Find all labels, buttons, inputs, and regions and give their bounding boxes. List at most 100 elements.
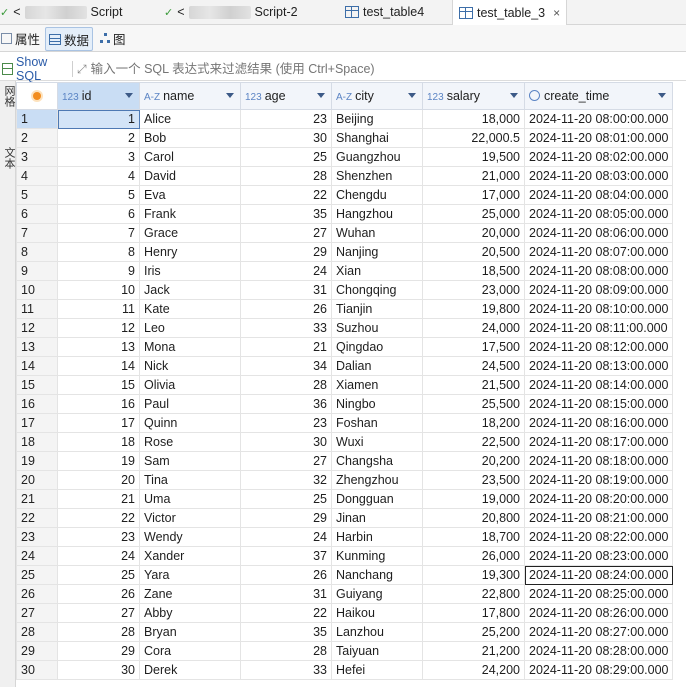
cell-create-time[interactable]: 2024-11-20 08:23:00.000 <box>523 546 674 566</box>
cell-city[interactable]: Guiyang <box>331 584 423 604</box>
cell-salary[interactable]: 18,500 <box>422 261 525 281</box>
cell-create-time[interactable]: 2024-11-20 08:18:00.000 <box>523 451 674 471</box>
row-number[interactable]: 22 <box>16 508 58 528</box>
cell-salary[interactable]: 25,200 <box>422 622 525 642</box>
row-number[interactable]: 1 <box>16 109 58 129</box>
cell-city[interactable]: Hefei <box>331 660 423 680</box>
cell-city[interactable]: Foshan <box>331 413 423 433</box>
cell-create-time[interactable]: 2024-11-20 08:07:00.000 <box>523 242 674 262</box>
table-row[interactable]: 29 29 Cora 28 Taiyuan 21,200 2024-11-20 08:28:… <box>16 641 674 661</box>
cell-city[interactable]: Tianjin <box>331 299 423 319</box>
sort-caret-icon[interactable] <box>317 93 325 98</box>
cell-salary[interactable]: 22,000.5 <box>422 128 525 148</box>
cell-id[interactable]: 16 <box>57 394 140 414</box>
cell-id[interactable]: 17 <box>57 413 140 433</box>
cell-city[interactable]: Lanzhou <box>331 622 423 642</box>
table-row[interactable]: 6 6 Frank 35 Hangzhou 25,000 2024-11-20 08:05:… <box>16 204 674 224</box>
cell-city[interactable]: Nanjing <box>331 242 423 262</box>
cell-name[interactable]: Olivia <box>139 375 241 395</box>
table-row[interactable]: 17 17 Quinn 23 Foshan 18,200 2024-11-20 08:16:… <box>16 413 674 433</box>
cell-id[interactable]: 21 <box>57 489 140 509</box>
cell-age[interactable]: 27 <box>240 451 332 471</box>
table-row[interactable]: 10 10 Jack 31 Chongqing 23,000 2024-11-20 08:0… <box>16 280 674 300</box>
cell-city[interactable]: Zhengzhou <box>331 470 423 490</box>
cell-city[interactable]: Hangzhou <box>331 204 423 224</box>
cell-salary[interactable]: 18,700 <box>422 527 525 547</box>
cell-age[interactable]: 31 <box>240 280 332 300</box>
cell-age[interactable]: 23 <box>240 413 332 433</box>
cell-id[interactable]: 5 <box>57 185 140 205</box>
cell-id[interactable]: 1 <box>57 109 140 129</box>
row-number[interactable]: 7 <box>16 223 58 243</box>
table-row[interactable]: 9 9 Iris 24 Xian 18,500 2024-11-20 08:08:00.00… <box>16 261 674 281</box>
cell-age[interactable]: 36 <box>240 394 332 414</box>
cell-id[interactable]: 29 <box>57 641 140 661</box>
cell-create-time[interactable]: 2024-11-20 08:06:00.000 <box>523 223 674 243</box>
cell-age[interactable]: 35 <box>240 204 332 224</box>
cell-name[interactable]: Yara <box>139 565 241 585</box>
filter-input[interactable] <box>86 58 686 80</box>
table-row[interactable]: 8 8 Henry 29 Nanjing 20,500 2024-11-20 08:07:0… <box>16 242 674 262</box>
cell-city[interactable]: Jinan <box>331 508 423 528</box>
cell-city[interactable]: Guangzhou <box>331 147 423 167</box>
row-number[interactable]: 2 <box>16 128 58 148</box>
cell-id[interactable]: 30 <box>57 660 140 680</box>
cell-name[interactable]: David <box>139 166 241 186</box>
cell-id[interactable]: 24 <box>57 546 140 566</box>
cell-create-time[interactable]: 2024-11-20 08:19:00.000 <box>523 470 674 490</box>
cell-city[interactable]: Taiyuan <box>331 641 423 661</box>
cell-id[interactable]: 10 <box>57 280 140 300</box>
cell-city[interactable]: Xiamen <box>331 375 423 395</box>
tab-data[interactable]: 数据 <box>45 27 94 51</box>
cell-name[interactable]: Cora <box>139 641 241 661</box>
table-row[interactable]: 4 4 David 28 Shenzhen 21,000 2024-11-20 08:03:… <box>16 166 674 186</box>
cell-create-time[interactable]: 2024-11-20 08:10:00.000 <box>523 299 674 319</box>
column-header-city[interactable]: A-Z city <box>331 82 423 110</box>
row-number[interactable]: 16 <box>16 394 58 414</box>
cell-create-time[interactable]: 2024-11-20 08:17:00.000 <box>523 432 674 452</box>
tab-properties[interactable]: 属性 <box>1 27 40 49</box>
cell-age[interactable]: 27 <box>240 223 332 243</box>
cell-salary[interactable]: 21,500 <box>422 375 525 395</box>
cell-name[interactable]: Henry <box>139 242 241 262</box>
cell-name[interactable]: Mona <box>139 337 241 357</box>
table-row[interactable]: 13 13 Mona 21 Qingdao 17,500 2024-11-20 08:12:… <box>16 337 674 357</box>
cell-salary[interactable]: 21,200 <box>422 641 525 661</box>
cell-age[interactable]: 37 <box>240 546 332 566</box>
tab-script[interactable]: ✓ < Script <box>0 0 122 24</box>
cell-name[interactable]: Nick <box>139 356 241 376</box>
cell-name[interactable]: Grace <box>139 223 241 243</box>
cell-salary[interactable]: 25,000 <box>422 204 525 224</box>
table-row[interactable]: 7 7 Grace 27 Wuhan 20,000 2024-11-20 08:06:00.… <box>16 223 674 243</box>
cell-salary[interactable]: 18,000 <box>422 109 525 129</box>
cell-id[interactable]: 20 <box>57 470 140 490</box>
cell-create-time[interactable]: 2024-11-20 08:26:00.000 <box>523 603 674 623</box>
cell-name[interactable]: Zane <box>139 584 241 604</box>
cell-name[interactable]: Quinn <box>139 413 241 433</box>
table-row[interactable]: 5 5 Eva 22 Chengdu 17,000 2024-11-20 08:04:00.… <box>16 185 674 205</box>
cell-age[interactable]: 24 <box>240 527 332 547</box>
row-number[interactable]: 18 <box>16 432 58 452</box>
cell-id[interactable]: 13 <box>57 337 140 357</box>
show-sql-button[interactable]: Show SQL <box>0 55 70 83</box>
cell-create-time[interactable]: 2024-11-20 08:15:00.000 <box>523 394 674 414</box>
cell-create-time[interactable]: 2024-11-20 08:04:00.000 <box>523 185 674 205</box>
column-header-create-time[interactable]: create_time <box>523 82 674 110</box>
cell-create-time[interactable]: 2024-11-20 08:25:00.000 <box>523 584 674 604</box>
cell-name[interactable]: Victor <box>139 508 241 528</box>
sort-caret-icon[interactable] <box>658 93 667 98</box>
cell-name[interactable]: Rose <box>139 432 241 452</box>
cell-salary[interactable]: 20,800 <box>422 508 525 528</box>
row-number[interactable]: 30 <box>16 660 58 680</box>
cell-name[interactable]: Bob <box>139 128 241 148</box>
cell-salary[interactable]: 19,800 <box>422 299 525 319</box>
cell-salary[interactable]: 22,500 <box>422 432 525 452</box>
cell-age[interactable]: 28 <box>240 641 332 661</box>
cell-create-time[interactable]: 2024-11-20 08:20:00.000 <box>523 489 674 509</box>
cell-salary[interactable]: 26,000 <box>422 546 525 566</box>
cell-age[interactable]: 23 <box>240 109 332 129</box>
row-number[interactable]: 24 <box>16 546 58 566</box>
cell-id[interactable]: 7 <box>57 223 140 243</box>
cell-name[interactable]: Uma <box>139 489 241 509</box>
table-row[interactable]: 12 12 Leo 33 Suzhou 24,000 2024-11-20 08:11:00… <box>16 318 674 338</box>
